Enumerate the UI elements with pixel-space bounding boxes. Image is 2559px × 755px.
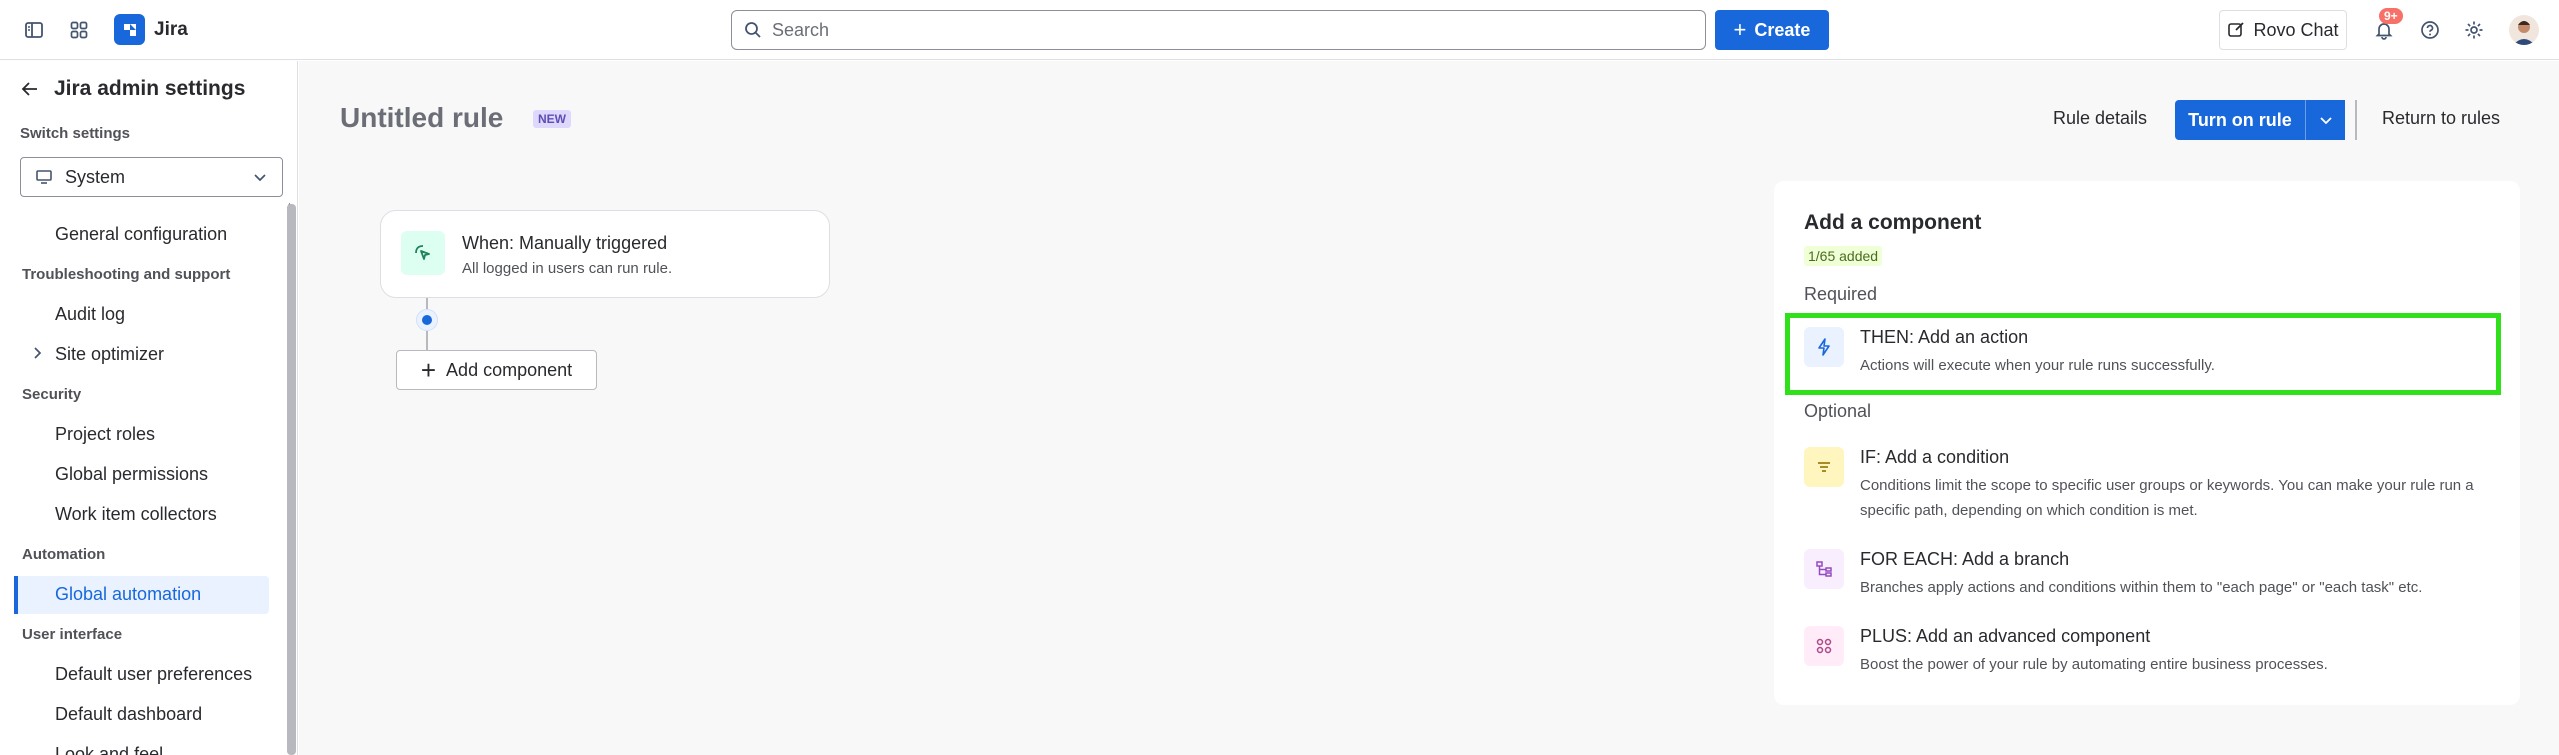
- app-name[interactable]: Jira: [154, 19, 188, 41]
- filter-icon: [1804, 447, 1844, 487]
- sidebar-section-security: Security: [22, 386, 82, 403]
- sidebar-item-default-dashboard[interactable]: Default dashboard: [55, 704, 202, 725]
- sidebar-item-site-optimizer[interactable]: Site optimizer: [55, 344, 164, 365]
- search-placeholder: Search: [772, 19, 830, 40]
- sidebar-item-project-roles[interactable]: Project roles: [55, 424, 155, 445]
- page-title[interactable]: Untitled rule: [340, 102, 503, 134]
- component-description: Branches apply actions and conditions wi…: [1860, 579, 2423, 596]
- trigger-subtitle: All logged in users can run rule.: [462, 260, 673, 277]
- connector-node: [416, 309, 438, 331]
- component-for-each-branch[interactable]: FOR EACH: Add a branch Branches apply ac…: [1804, 549, 2504, 599]
- turn-on-rule-dropdown[interactable]: [2305, 100, 2345, 140]
- jira-logo-icon[interactable]: [114, 14, 145, 45]
- sidebar-header: Jira admin settings: [20, 77, 245, 101]
- header-divider: [2355, 100, 2357, 140]
- chevron-down-icon: [2319, 117, 2332, 125]
- search-icon: [745, 22, 761, 38]
- sidebar-section-user-interface: User interface: [22, 626, 123, 643]
- manual-trigger-icon: [401, 231, 445, 275]
- switch-settings-label: Switch settings: [20, 125, 131, 142]
- panel-title: Add a component: [1804, 211, 1982, 234]
- component-description: Boost the power of your rule by automati…: [1860, 656, 2328, 673]
- component-title: IF: Add a condition: [1860, 447, 2010, 467]
- rovo-chat-button[interactable]: Rovo Chat: [2219, 10, 2347, 50]
- help-icon[interactable]: [2414, 14, 2446, 46]
- added-count-badge: 1/65 added: [1804, 246, 1883, 266]
- sidebar-toggle-icon[interactable]: [18, 14, 50, 46]
- return-to-rules-button[interactable]: Return to rules: [2382, 108, 2500, 129]
- settings-gear-icon[interactable]: [2458, 14, 2490, 46]
- optional-label: Optional: [1804, 401, 1872, 421]
- add-component-button[interactable]: + Add component: [396, 350, 597, 390]
- sidebar-item-look-and-feel[interactable]: Look and feel: [55, 744, 163, 755]
- add-component-panel: Add a component 1/65 added Required THEN…: [1774, 181, 2520, 705]
- new-lozenge: NEW: [533, 110, 571, 128]
- back-arrow-icon[interactable]: [20, 79, 40, 99]
- notification-badge: 9+: [2379, 8, 2403, 24]
- component-description: Conditions limit the scope to specific u…: [1860, 477, 2474, 519]
- selection-highlight-box: [1785, 313, 2501, 395]
- sidebar-item-global-permissions[interactable]: Global permissions: [55, 464, 208, 485]
- component-plus-advanced[interactable]: PLUS: Add an advanced component Boost th…: [1804, 626, 2504, 676]
- create-button[interactable]: + Create: [1715, 10, 1829, 50]
- search-input[interactable]: Search: [731, 10, 1706, 50]
- user-avatar[interactable]: [2509, 15, 2539, 45]
- component-title: PLUS: Add an advanced component: [1860, 626, 2151, 646]
- trigger-title: When: Manually triggered: [462, 233, 668, 253]
- sidebar-scrollbar[interactable]: [287, 204, 296, 755]
- chevron-down-icon: [254, 174, 266, 182]
- trigger-card[interactable]: When: Manually triggered All logged in u…: [380, 210, 830, 298]
- component-if-condition[interactable]: IF: Add a condition Conditions limit the…: [1804, 447, 2504, 519]
- sidebar-item-default-user-preferences[interactable]: Default user preferences: [55, 664, 252, 685]
- advanced-component-icon: [1804, 626, 1844, 666]
- app-switcher-icon[interactable]: [63, 14, 95, 46]
- sidebar-item-global-automation[interactable]: Global automation: [55, 584, 201, 605]
- sidebar-title: Jira admin settings: [54, 77, 246, 100]
- sidebar-section-automation: Automation: [22, 546, 106, 563]
- sidebar-item-work-item-collectors[interactable]: Work item collectors: [55, 504, 217, 525]
- plus-icon: +: [420, 355, 437, 385]
- sidebar-item-audit-log[interactable]: Audit log: [55, 304, 125, 325]
- component-title: FOR EACH: Add a branch: [1860, 549, 2070, 569]
- plus-icon: +: [1733, 17, 1747, 42]
- chat-edit-icon: [2228, 22, 2245, 37]
- rule-details-button[interactable]: Rule details: [2053, 108, 2147, 129]
- monitor-icon: [36, 170, 52, 184]
- settings-switcher-select[interactable]: System: [20, 157, 283, 197]
- admin-sidebar: Jira admin settings Switch settings Syst…: [0, 61, 298, 755]
- sidebar-item-general-configuration[interactable]: General configuration: [55, 224, 227, 245]
- branch-icon: [1804, 549, 1844, 589]
- chevron-right-icon[interactable]: [30, 346, 44, 365]
- top-navigation: Jira Search + Create Rovo Chat 9+: [0, 0, 2559, 60]
- sidebar-section-troubleshooting: Troubleshooting and support: [22, 266, 231, 283]
- required-label: Required: [1804, 284, 1878, 304]
